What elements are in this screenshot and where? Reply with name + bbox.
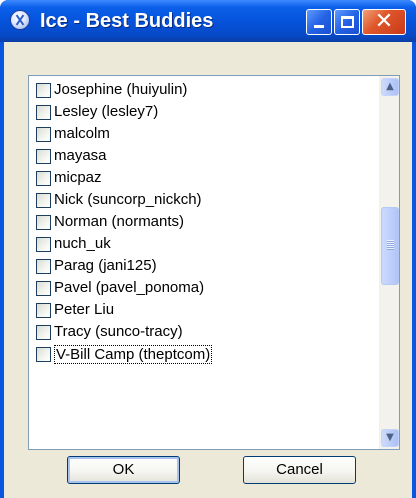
cancel-button[interactable]: Cancel xyxy=(243,456,356,484)
grip-icon xyxy=(387,240,394,250)
buddy-label: Nick (suncorp_nickch) xyxy=(54,191,202,208)
close-button[interactable]: ✕ xyxy=(362,9,406,35)
list-item[interactable]: malcolm xyxy=(29,123,379,145)
scroll-down-button[interactable]: ▼ xyxy=(381,429,399,447)
close-icon: ✕ xyxy=(374,9,394,34)
buddy-label: mayasa xyxy=(54,147,107,164)
buddy-checkbox[interactable] xyxy=(36,280,51,296)
ok-button[interactable]: OK xyxy=(67,456,180,484)
list-item[interactable]: Pavel (pavel_ponoma) xyxy=(29,277,379,299)
maximize-icon xyxy=(341,16,354,28)
list-item-focused[interactable]: V-Bill Camp (theptcom) xyxy=(29,343,379,365)
list-item[interactable]: Peter Liu xyxy=(29,299,379,321)
list-item[interactable]: Norman (normants) xyxy=(29,211,379,233)
buddy-checkbox[interactable] xyxy=(36,324,51,340)
dialog-window: Ice - Best Buddies ✕ Josephine (huiyulin… xyxy=(0,0,416,498)
list-item[interactable]: Lesley (lesley7) xyxy=(29,101,379,123)
list-item[interactable]: Parag (jani125) xyxy=(29,255,379,277)
buddy-listbox[interactable]: Josephine (huiyulin) Lesley (lesley7) ma… xyxy=(28,75,400,450)
buddy-label: Norman (normants) xyxy=(54,213,185,230)
buddy-label: Pavel (pavel_ponoma) xyxy=(54,279,205,296)
buddy-checkbox[interactable] xyxy=(36,170,51,186)
minimize-icon xyxy=(314,25,324,28)
list-item[interactable]: micpaz xyxy=(29,167,379,189)
buddy-list: Josephine (huiyulin) Lesley (lesley7) ma… xyxy=(29,79,379,365)
list-item[interactable]: Josephine (huiyulin) xyxy=(29,79,379,101)
buddy-checkbox[interactable] xyxy=(36,148,51,164)
ice-app-icon xyxy=(10,10,30,30)
vertical-scrollbar[interactable]: ▲ ▼ xyxy=(379,76,399,449)
buddy-checkbox[interactable] xyxy=(36,192,51,208)
buddy-label: V-Bill Camp (theptcom) xyxy=(54,344,213,364)
buddy-label: Lesley (lesley7) xyxy=(54,103,159,120)
buddy-checkbox[interactable] xyxy=(36,258,51,274)
list-item[interactable]: Nick (suncorp_nickch) xyxy=(29,189,379,211)
buddy-checkbox[interactable] xyxy=(36,104,51,120)
title-bar[interactable]: Ice - Best Buddies ✕ xyxy=(0,0,416,42)
dialog-body: Josephine (huiyulin) Lesley (lesley7) ma… xyxy=(4,42,412,498)
scrollbar-thumb[interactable] xyxy=(381,207,399,285)
buddy-label: Josephine (huiyulin) xyxy=(54,81,188,98)
buddy-checkbox[interactable] xyxy=(36,126,51,142)
list-item[interactable]: Tracy (sunco-tracy) xyxy=(29,321,379,343)
buddy-label: micpaz xyxy=(54,169,102,186)
chevron-down-icon: ▼ xyxy=(386,432,394,443)
list-item[interactable]: nuch_uk xyxy=(29,233,379,255)
buddy-checkbox[interactable] xyxy=(36,214,51,230)
buddy-label: Tracy (sunco-tracy) xyxy=(54,323,183,340)
chevron-up-icon: ▲ xyxy=(386,81,394,92)
scroll-up-button[interactable]: ▲ xyxy=(381,78,399,96)
window-title: Ice - Best Buddies xyxy=(40,10,214,32)
maximize-button[interactable] xyxy=(334,9,360,35)
buddy-label: Peter Liu xyxy=(54,301,115,318)
buddy-label: malcolm xyxy=(54,125,110,142)
buddy-label: nuch_uk xyxy=(54,235,111,252)
buddy-label: Parag (jani125) xyxy=(54,257,157,274)
buddy-checkbox[interactable] xyxy=(36,346,51,362)
buddy-checkbox[interactable] xyxy=(36,236,51,252)
buddy-checkbox[interactable] xyxy=(36,82,51,98)
minimize-button[interactable] xyxy=(306,9,332,35)
list-item[interactable]: mayasa xyxy=(29,145,379,167)
buddy-checkbox[interactable] xyxy=(36,302,51,318)
